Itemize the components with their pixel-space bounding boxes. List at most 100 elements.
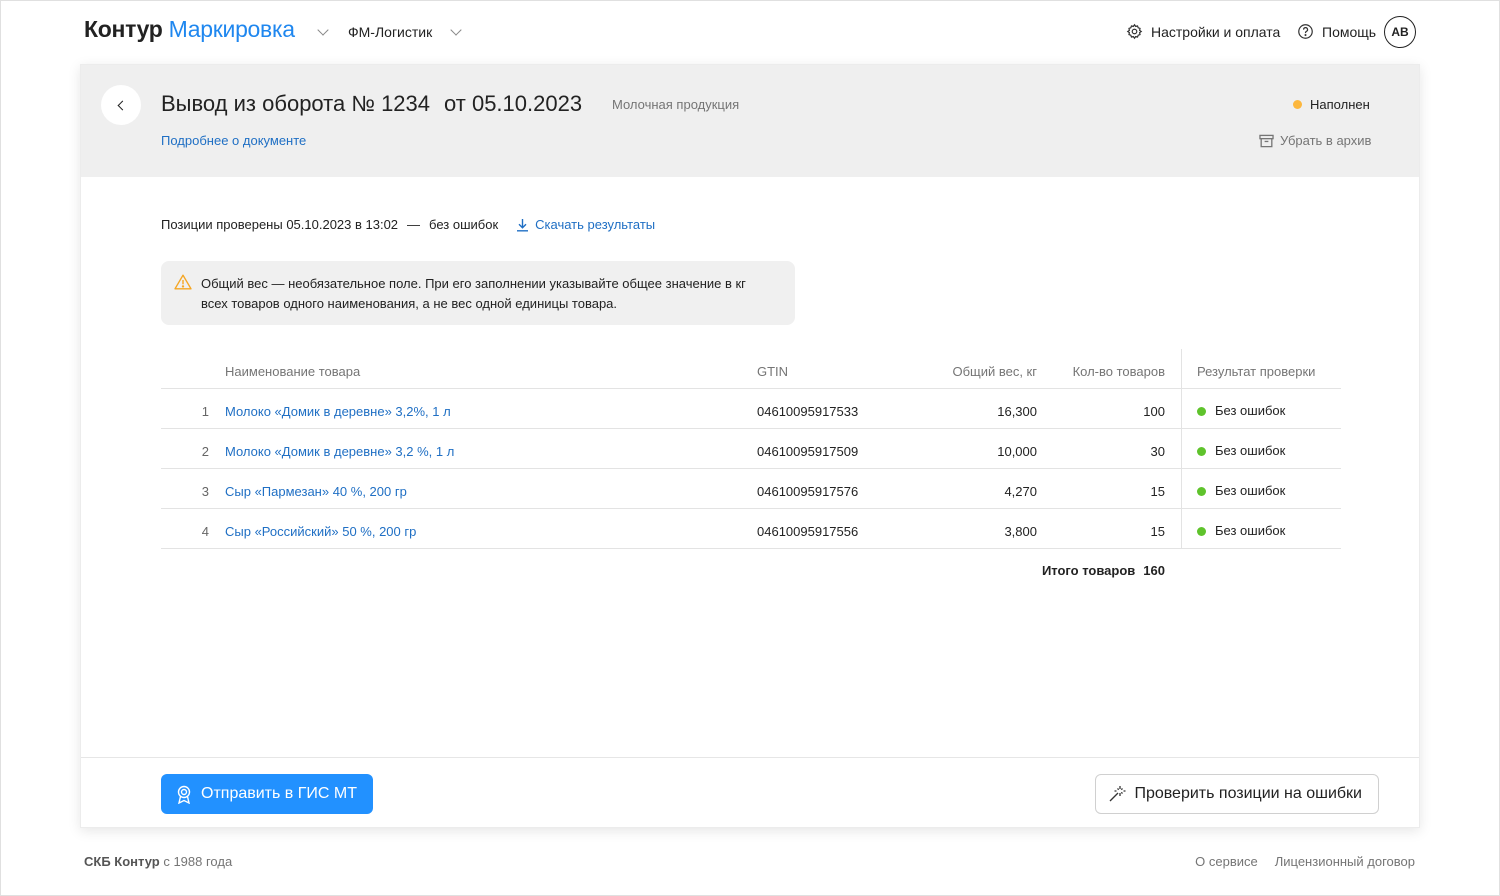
check-status-result: без ошибок — [429, 217, 499, 232]
gtin-cell: 04610095917576 — [757, 484, 859, 499]
product-name-cell: Молоко «Домик в деревне» 3,2 %, 1 л — [225, 432, 454, 472]
row-number: 3 — [201, 484, 209, 499]
product-link[interactable]: Молоко «Домик в деревне» 3,2 %, 1 л — [225, 444, 454, 459]
card-actions: Отправить в ГИС МТ Проверить позиции на … — [81, 757, 1419, 829]
product-name: Маркировка — [168, 16, 295, 42]
download-results-link[interactable]: Скачать результаты — [516, 217, 655, 232]
ok-dot-icon — [1197, 446, 1206, 456]
result-label: Без ошибок — [1215, 483, 1286, 498]
row-number: 2 — [201, 444, 209, 459]
qty-cell: 15 — [1150, 524, 1165, 539]
settings-label: Настройки и оплата — [1151, 23, 1281, 40]
qty-cell: 100 — [1143, 404, 1165, 419]
product-name-cell: Молоко «Домик в деревне» 3,2%, 1 л — [225, 392, 451, 432]
gtin-cell: 04610095917556 — [757, 524, 859, 539]
product-logo[interactable]: Контур Маркировка — [84, 16, 295, 43]
check-button-label: Проверить позиции на ошибки — [1134, 785, 1362, 802]
back-button[interactable] — [101, 85, 141, 125]
column-header-result: Результат проверки — [1197, 364, 1316, 379]
product-name-cell: Сыр «Российский» 50 %, 200 гр — [225, 512, 416, 552]
weight-cell: 4,270 — [1004, 484, 1037, 499]
notice-line-1: Общий вес — необязательное поле. При его… — [201, 276, 746, 291]
qty-cell: 15 — [1150, 484, 1165, 499]
organization-selector[interactable]: ФМ-Логистик — [348, 24, 432, 40]
document-card: Вывод из оборота № 1234 от 05.10.2023 Мол… — [80, 64, 1420, 828]
avatar[interactable]: АВ — [1384, 16, 1416, 48]
column-header-gtin: GTIN — [757, 364, 789, 379]
check-status-text: Позиции проверены 05.10.2023 в 13:02 — [161, 217, 399, 232]
result-cell: Без ошибок — [1197, 471, 1285, 511]
document-category: Молочная продукция — [612, 97, 740, 112]
help-icon — [1298, 24, 1313, 39]
status-badge: Наполнен — [1293, 97, 1370, 112]
chevron-down-icon[interactable] — [450, 24, 462, 36]
table-row: 1 Молоко «Домик в деревне» 3,2%, 1 л 046… — [161, 389, 1341, 429]
result-cell: Без ошибок — [1197, 431, 1285, 471]
send-button-label: Отправить в ГИС МТ — [201, 785, 357, 802]
table-header: Наименование товара GTIN Общий вес, кг К… — [161, 349, 1341, 389]
document-title: Вывод из оборота № 1234 — [161, 91, 431, 116]
column-header-qty: Кол-во товаров — [1072, 364, 1165, 379]
ok-dot-icon — [1197, 406, 1206, 416]
help-label: Помощь — [1322, 23, 1377, 40]
result-label: Без ошибок — [1215, 403, 1286, 418]
check-status-dash: — — [407, 217, 421, 232]
status-label: Наполнен — [1310, 97, 1370, 112]
table-row: 2 Молоко «Домик в деревне» 3,2 %, 1 л 04… — [161, 429, 1341, 469]
document-date: от 05.10.2023 — [444, 91, 583, 116]
table-row: 4 Сыр «Российский» 50 %, 200 гр 04610095… — [161, 509, 1341, 549]
help-link[interactable]: Помощь — [1297, 23, 1376, 40]
check-status: Позиции проверены 05.10.2023 в 13:02 — б… — [161, 217, 655, 232]
product-link[interactable]: Сыр «Российский» 50 %, 200 гр — [225, 524, 416, 539]
send-to-gis-mt-button[interactable]: Отправить в ГИС МТ — [161, 774, 373, 814]
product-name-cell: Сыр «Пармезан» 40 %, 200 гр — [225, 472, 407, 512]
archive-button[interactable]: Убрать в архив — [1259, 133, 1371, 148]
copyright: СКБ Контур с 1988 года — [84, 854, 232, 869]
check-positions-button[interactable]: Проверить позиции на ошибки — [1095, 774, 1379, 814]
product-link[interactable]: Сыр «Пармезан» 40 %, 200 гр — [225, 484, 407, 499]
total-value: 160 — [1143, 563, 1165, 578]
company-name: СКБ Контур — [84, 854, 160, 869]
document-header: Вывод из оборота № 1234 от 05.10.2023 Мол… — [81, 65, 1419, 177]
column-header-weight: Общий вес, кг — [952, 364, 1037, 379]
gear-icon — [1126, 23, 1143, 40]
settings-link[interactable]: Настройки и оплата — [1126, 23, 1280, 40]
weight-notice: Общий вес — необязательное поле. При его… — [161, 261, 795, 325]
total-items: Итого товаров 160 — [161, 563, 1165, 578]
weight-cell: 10,000 — [997, 444, 1037, 459]
about-link[interactable]: О сервисе — [1195, 854, 1258, 869]
weight-cell: 16,300 — [997, 404, 1037, 419]
document-details-link[interactable]: Подробнее о документе — [161, 133, 306, 148]
download-label: Скачать результаты — [535, 217, 656, 232]
result-cell: Без ошибок — [1197, 511, 1285, 551]
row-number: 4 — [201, 524, 209, 539]
products-table: Наименование товара GTIN Общий вес, кг К… — [161, 349, 1341, 549]
license-link[interactable]: Лицензионный договор — [1275, 854, 1415, 869]
badge-icon — [177, 785, 191, 804]
table-row: 3 Сыр «Пармезан» 40 %, 200 гр 0461009591… — [161, 469, 1341, 509]
qty-cell: 30 — [1150, 444, 1165, 459]
notice-line-2: всех товаров одного наименования, а не в… — [201, 296, 618, 311]
brand-name: Контур — [84, 16, 163, 42]
page-title: Вывод из оборота № 1234 от 05.10.2023 — [161, 91, 582, 117]
gtin-cell: 04610095917509 — [757, 444, 859, 459]
chevron-down-icon[interactable] — [317, 24, 329, 36]
back-arrow-icon — [117, 100, 128, 110]
weight-cell: 3,800 — [1004, 524, 1037, 539]
result-label: Без ошибок — [1215, 443, 1286, 458]
total-label: Итого товаров — [1041, 563, 1136, 578]
product-link[interactable]: Молоко «Домик в деревне» 3,2%, 1 л — [225, 404, 451, 419]
warning-icon — [174, 274, 192, 290]
gtin-cell: 04610095917533 — [757, 404, 859, 419]
top-bar: Контур Маркировка ФМ-Логистик Настройки … — [0, 0, 1500, 64]
archive-label: Убрать в архив — [1280, 133, 1372, 148]
status-dot-icon — [1293, 100, 1302, 109]
footer-links: О сервисе Лицензионный договор — [1195, 854, 1415, 869]
column-header-name: Наименование товара — [225, 364, 361, 379]
result-cell: Без ошибок — [1197, 391, 1285, 431]
archive-icon — [1259, 134, 1274, 147]
company-since: с 1988 года — [163, 854, 233, 869]
magic-wand-icon — [1109, 786, 1126, 802]
download-icon — [517, 218, 529, 231]
row-number: 1 — [201, 404, 209, 419]
